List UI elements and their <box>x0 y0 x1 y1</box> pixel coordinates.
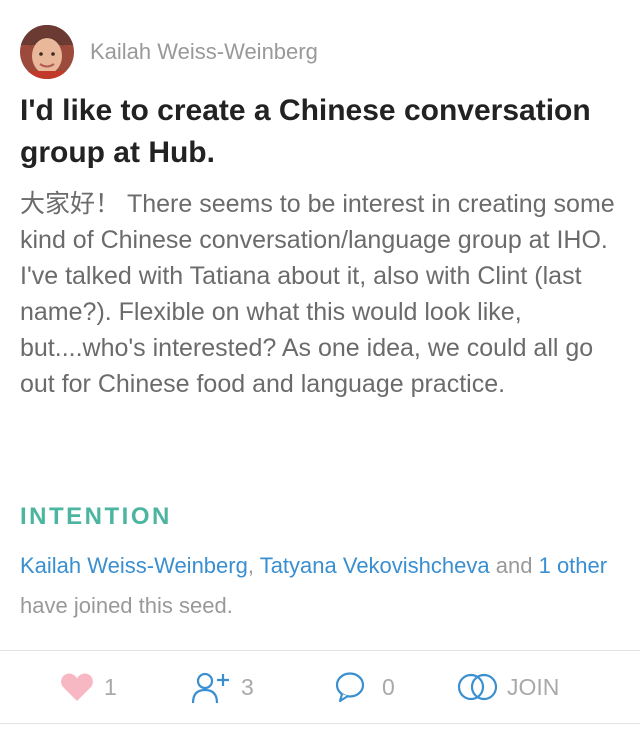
heart-icon <box>60 672 94 702</box>
bottom-divider <box>0 723 640 724</box>
member-count: 3 <box>241 673 254 700</box>
joined-comma: , <box>247 553 254 578</box>
section-label: INTENTION <box>20 503 172 530</box>
joined-members-text: Kailah Weiss-Weinberg, Tatyana Vekovishc… <box>20 546 626 626</box>
other-members-link[interactable]: 1 other <box>539 553 608 578</box>
member-link-tatyana[interactable]: Tatyana Vekovishcheva <box>260 553 490 578</box>
add-person-icon <box>191 670 235 704</box>
avatar[interactable] <box>20 25 74 79</box>
joined-and: and <box>495 553 533 578</box>
like-count: 1 <box>104 673 117 700</box>
post-author[interactable]: Kailah Weiss-Weinberg <box>20 25 318 79</box>
like-button[interactable]: 1 <box>60 651 117 723</box>
post-title: I'd like to create a Chinese conversatio… <box>20 94 591 169</box>
action-bar: 1 3 0 JOIN <box>0 651 640 723</box>
members-button[interactable]: 3 <box>191 651 254 723</box>
comment-icon <box>334 671 366 703</box>
join-label: JOIN <box>507 673 560 700</box>
author-name[interactable]: Kailah Weiss-Weinberg <box>90 39 318 65</box>
post-body: 大家好！ There seems to be interest in creat… <box>20 190 615 398</box>
comment-count: 0 <box>382 673 395 700</box>
member-link-kailah[interactable]: Kailah Weiss-Weinberg <box>20 553 248 578</box>
interlocking-rings-icon <box>457 672 499 702</box>
join-button[interactable]: JOIN <box>457 651 559 723</box>
comment-button[interactable]: 0 <box>334 651 395 723</box>
joined-suffix: have joined this seed. <box>20 593 233 618</box>
